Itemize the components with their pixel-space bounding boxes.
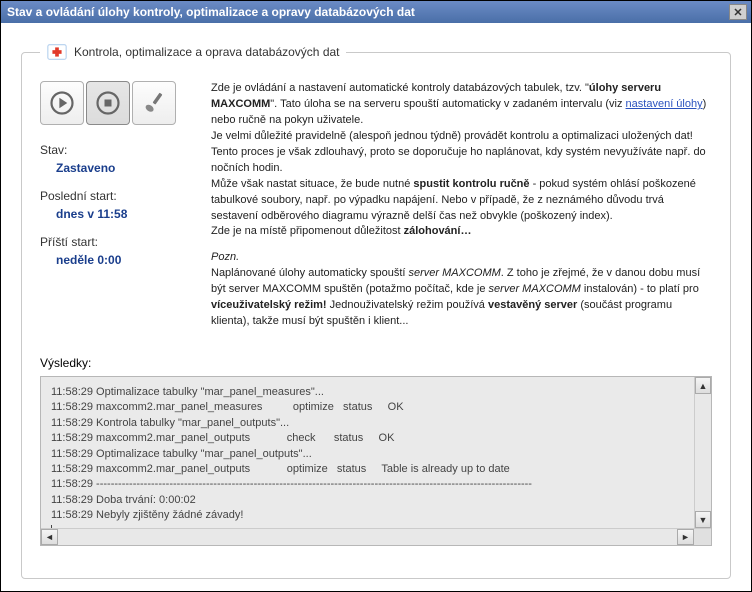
horizontal-scrollbar[interactable]: ◄ ► [41,528,711,545]
close-icon[interactable]: ✕ [729,4,747,20]
group-legend: Kontrola, optimalizace a oprava databázo… [40,41,346,63]
scroll-down-icon[interactable]: ▼ [695,511,711,528]
state-label: Stav: [40,143,195,157]
results-label: Výsledky: [40,356,712,370]
results-panel: 11:58:29 Optimalizace tabulky "mar_panel… [40,376,712,546]
vertical-scrollbar[interactable]: ▲ ▼ [694,377,711,528]
state-value: Zastaveno [40,161,195,175]
scroll-left-icon[interactable]: ◄ [41,529,58,545]
window-title: Stav a ovládání úlohy kontroly, optimali… [7,5,415,19]
last-start-label: Poslední start: [40,189,195,203]
main-group: Kontrola, optimalizace a oprava databázo… [21,41,731,579]
scroll-right-icon[interactable]: ► [677,529,694,545]
results-text[interactable]: 11:58:29 Optimalizace tabulky "mar_panel… [41,377,694,528]
group-legend-text: Kontrola, optimalizace a oprava databázo… [74,45,340,59]
settings-link[interactable]: nastavení úlohy [626,98,703,110]
settings-button[interactable] [132,81,176,125]
play-button[interactable] [40,81,84,125]
medical-cross-icon [46,41,68,63]
next-start-value: neděle 0:00 [40,253,195,267]
title-bar: Stav a ovládání úlohy kontroly, optimali… [1,1,751,23]
description: Zde je ovládání a nastavení automatické … [211,81,712,330]
stop-button[interactable] [86,81,130,125]
scroll-up-icon[interactable]: ▲ [695,377,711,394]
toolbar [40,81,195,125]
last-start-value: dnes v 11:58 [40,207,195,221]
next-start-label: Příští start: [40,235,195,249]
